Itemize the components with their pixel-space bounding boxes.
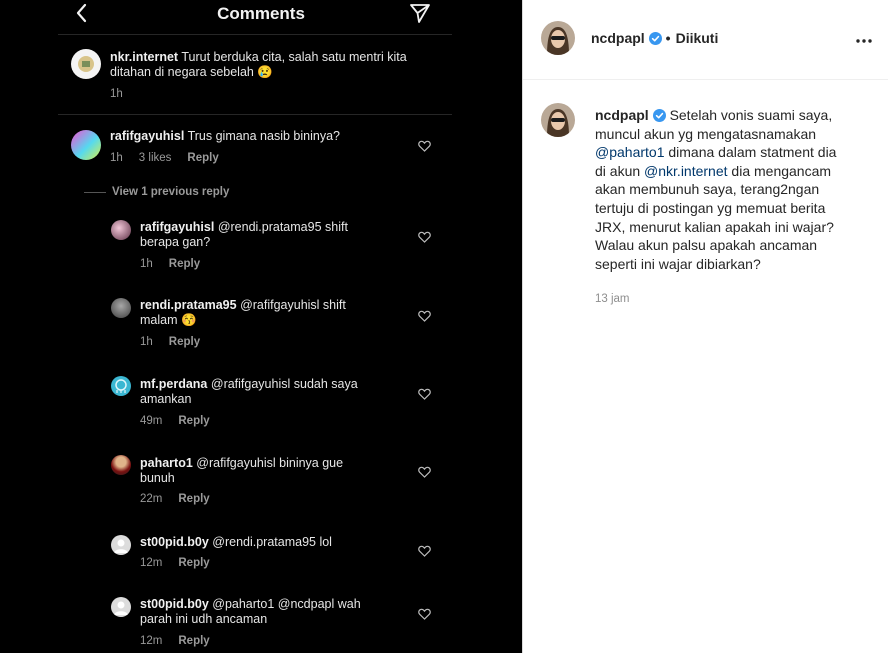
- comment-username[interactable]: rafifgayuhisl: [110, 129, 184, 143]
- comment-text: nkr.internet Turut berduka cita, salah s…: [110, 50, 407, 64]
- caption-line: di akun @nkr.internet dia mengancam: [595, 162, 832, 179]
- reply-button[interactable]: Reply: [169, 336, 200, 348]
- reply-username[interactable]: rafifgayuhisl: [140, 220, 214, 234]
- header-divider: [523, 79, 888, 80]
- comment-text-line: ditahan di negara sebelah 😢: [110, 65, 273, 79]
- more-horizontal-icon[interactable]: [855, 38, 873, 44]
- comments-screenshot-panel: Comments nkr.internet Turut berduka cita…: [0, 0, 522, 653]
- reply-meta: 12m Reply: [140, 557, 210, 569]
- comment-meta: 1h 3 likes Reply: [110, 152, 219, 164]
- comment-divider: [58, 114, 452, 115]
- avatar[interactable]: [71, 49, 101, 79]
- verified-badge-icon: [648, 32, 662, 45]
- mention-link[interactable]: @paharto1: [595, 144, 664, 160]
- caption-line: akan membunuh saya, terang2ngan: [595, 181, 820, 198]
- reply-text-line: amankan: [140, 392, 192, 406]
- reply-username[interactable]: mf.perdana: [140, 377, 207, 391]
- send-icon[interactable]: [408, 2, 432, 24]
- reply-meta: 1h Reply: [140, 258, 201, 270]
- reply-button[interactable]: Reply: [178, 557, 209, 569]
- comments-title: Comments: [217, 4, 305, 23]
- reply-text: rafifgayuhisl @rendi.pratama95 shift: [140, 220, 348, 234]
- avatar[interactable]: [111, 298, 131, 318]
- reply-text-line: malam 😚: [140, 313, 197, 327]
- reply-button[interactable]: Reply: [178, 415, 209, 427]
- reply-meta: 22m Reply: [140, 493, 210, 505]
- likes-count[interactable]: 3 likes: [139, 152, 172, 164]
- mention-link[interactable]: @nkr.internet: [644, 163, 727, 179]
- avatar[interactable]: [541, 21, 575, 55]
- heart-outline-icon[interactable]: [418, 140, 431, 152]
- avatar[interactable]: [71, 130, 101, 160]
- reply-username[interactable]: rendi.pratama95: [140, 298, 237, 312]
- reply-text-line: parah ini udh ancaman: [140, 612, 268, 626]
- reply-button[interactable]: Reply: [178, 635, 209, 647]
- post-author-username[interactable]: ncdpapl: [591, 30, 645, 46]
- reply-username[interactable]: paharto1: [140, 456, 193, 470]
- avatar[interactable]: [111, 597, 131, 617]
- post-sidebar: ncdpapl • Diikuti ncdpapl Setelah vonis su…: [522, 0, 888, 653]
- follow-status-button[interactable]: Diikuti: [676, 30, 719, 46]
- reply-username[interactable]: st00pid.b0y: [140, 535, 209, 549]
- heart-outline-icon[interactable]: [418, 310, 431, 322]
- separator-dot: •: [665, 30, 671, 46]
- reply-text: st00pid.b0y @rendi.pratama95 lol: [140, 535, 332, 549]
- post-header: ncdpapl • Diikuti: [591, 30, 718, 46]
- caption-line: Walau akun palsu apakah ancaman: [595, 237, 818, 254]
- reply-meta: 1h Reply: [140, 336, 201, 348]
- caption-line: JRX, menurut kalian apakah ini wajar?: [595, 218, 834, 235]
- heart-outline-icon[interactable]: [418, 231, 431, 243]
- heart-outline-icon[interactable]: [418, 466, 431, 478]
- comment-username[interactable]: nkr.internet: [110, 50, 178, 64]
- comment-text: rafifgayuhisl Trus gimana nasib bininya?: [110, 129, 340, 143]
- view-previous-replies[interactable]: View 1 previous reply: [83, 186, 229, 198]
- avatar[interactable]: [111, 455, 131, 475]
- caption-line: seperti ini wajar dibiarkan?: [595, 255, 761, 272]
- avatar[interactable]: [541, 103, 575, 137]
- post-timestamp[interactable]: 13 jam: [595, 293, 630, 305]
- heart-outline-icon[interactable]: [418, 545, 431, 557]
- reply-text-line: bunuh: [140, 471, 175, 485]
- avatar[interactable]: [111, 535, 131, 555]
- reply-text: mf.perdana @rafifgayuhisl sudah saya: [140, 377, 358, 391]
- reply-meta: 12m Reply: [140, 635, 210, 647]
- reply-text: st00pid.b0y @paharto1 @ncdpapl wah: [140, 597, 361, 611]
- avatar[interactable]: [111, 220, 131, 240]
- reply-text: paharto1 @rafifgayuhisl bininya gue: [140, 456, 344, 470]
- reply-button[interactable]: Reply: [178, 493, 209, 505]
- avatar[interactable]: [111, 376, 131, 396]
- caption-line: tertuju di postingan yg memuat berita: [595, 199, 826, 216]
- reply-button[interactable]: Reply: [169, 258, 200, 270]
- reply-text: rendi.pratama95 @rafifgayuhisl shift: [140, 298, 346, 312]
- caption-username[interactable]: ncdpapl: [595, 107, 649, 123]
- reply-text-line: berapa gan?: [140, 235, 211, 249]
- reply-username[interactable]: st00pid.b0y: [140, 597, 209, 611]
- heart-outline-icon[interactable]: [418, 608, 431, 620]
- reply-button[interactable]: Reply: [187, 152, 218, 164]
- comment-meta: 1h: [110, 88, 123, 100]
- reply-meta: 49m Reply: [140, 415, 210, 427]
- header-divider: [58, 34, 452, 35]
- post-caption: ncdpapl Setelah vonis suami saya, muncul…: [595, 106, 880, 273]
- caption-line: muncul akun yg mengatasnamakan: [595, 125, 817, 142]
- heart-outline-icon[interactable]: [418, 388, 431, 400]
- verified-badge-icon: [652, 109, 666, 122]
- caption-line: @paharto1 dimana dalam statment dia: [595, 144, 837, 161]
